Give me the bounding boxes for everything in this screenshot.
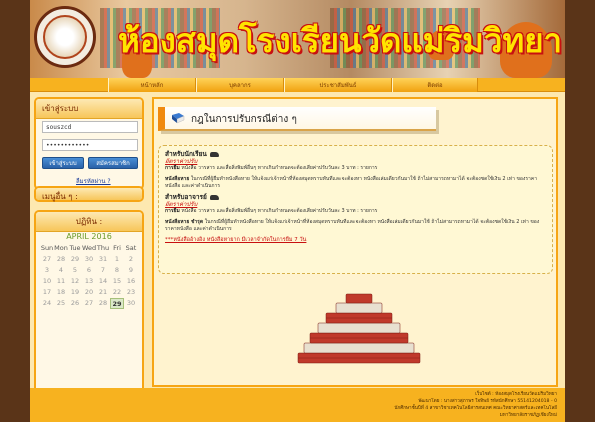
- footer-university: มหาวิทยาลัยราชภัฏเชียงใหม่: [499, 413, 557, 418]
- calendar-grid: Sun Mon Tue Wed Thu Fri Sat 27 28 29 30 31 1 2 3 4 5 6 7 8 9…: [40, 243, 138, 309]
- reference-books-note-link[interactable]: ***หนังสืออ้างอิง หนังสือหายาก มีเวลาจำก…: [165, 236, 546, 244]
- calendar-day[interactable]: 15: [110, 276, 124, 287]
- calendar-day[interactable]: 20: [82, 287, 96, 298]
- main-nav: หน้าหลัก บุคลากร ประชาสัมพันธ์ ติดต่อ: [30, 78, 565, 92]
- calendar-day[interactable]: 22: [110, 287, 124, 298]
- calendar-weekday: Wed: [82, 244, 97, 252]
- calendar-day[interactable]: 27: [82, 298, 96, 309]
- calendar-day[interactable]: 2: [124, 254, 138, 265]
- calendar-day[interactable]: 4: [54, 265, 68, 276]
- calendar-day[interactable]: 5: [68, 265, 82, 276]
- nav-home[interactable]: หน้าหลัก: [108, 78, 196, 92]
- calendar-title: ปฏิทิน :: [36, 212, 142, 232]
- nav-contact[interactable]: ติดต่อ: [392, 78, 478, 92]
- sidebar: เข้าสู่ระบบ souszcd •••••••••••• เข้าสู่…: [34, 97, 144, 406]
- calendar-day[interactable]: 31: [96, 254, 110, 265]
- main-content: กฎในการปรับกรณีต่าง ๆ สำหรับนักเรียน อัต…: [152, 97, 558, 387]
- calendar-day[interactable]: 19: [68, 287, 82, 298]
- calendar-weekday: Sun: [40, 244, 54, 252]
- calendar-day[interactable]: 18: [54, 287, 68, 298]
- calendar-day[interactable]: 27: [40, 254, 54, 265]
- calendar-day[interactable]: 26: [68, 298, 82, 309]
- footer-student-info: นักศึกษาชั้นปีที่ 4 สาขาวิชาเทคโนโลยีสาร…: [394, 406, 557, 411]
- pointing-hand-icon: [209, 194, 219, 200]
- calendar-day[interactable]: 28: [54, 254, 68, 265]
- login-title: เข้าสู่ระบบ: [36, 99, 142, 119]
- calendar-month: APRIL 2016: [66, 232, 112, 241]
- teachers-rule-borrow: การยืม หนังสือ วารสาร และสื่อสิ่งพิมพ์อื…: [165, 208, 378, 214]
- rules-panel: สำหรับนักเรียน อัตราค่าปรับ การยืม หนังส…: [158, 145, 553, 274]
- calendar-day[interactable]: 9: [124, 265, 138, 276]
- nav-news[interactable]: ประชาสัมพันธ์: [284, 78, 392, 92]
- calendar-weekday: Fri: [113, 244, 121, 252]
- calendar-weekday: Thu: [96, 244, 110, 252]
- calendar-day[interactable]: 10: [40, 276, 54, 287]
- nav-staff[interactable]: บุคลากร: [196, 78, 284, 92]
- students-fine-subheading: อัตราค่าปรับ: [165, 158, 198, 165]
- calendar-day[interactable]: 3: [40, 265, 54, 276]
- page: ห้องสมุดโรงเรียนวัดแม่ริมวิทยา หน้าหลัก …: [30, 0, 565, 422]
- calendar-day[interactable]: 6: [82, 265, 96, 276]
- calendar-day[interactable]: 24: [40, 298, 54, 309]
- calendar-day[interactable]: 21: [96, 287, 110, 298]
- students-heading: สำหรับนักเรียน: [165, 150, 546, 158]
- calendar-day[interactable]: 16: [124, 276, 138, 287]
- students-rule-borrow: การยืม หนังสือ วารสาร และสื่อสิ่งพิมพ์อื…: [165, 165, 378, 171]
- site-title: ห้องสมุดโรงเรียนวัดแม่ริมวิทยา: [118, 21, 563, 60]
- school-logo: [34, 6, 96, 68]
- login-button[interactable]: เข้าสู่ระบบ: [42, 157, 84, 169]
- footer-developer: พัฒนาโดย : นางสาวสุภาพร ใจทิพย์ รหัสนักศ…: [418, 399, 557, 404]
- pointing-hand-icon: [209, 151, 219, 157]
- content-title: กฎในการปรับกรณีต่าง ๆ: [191, 114, 297, 125]
- login-box: เข้าสู่ระบบ souszcd •••••••••••• เข้าสู่…: [34, 97, 144, 190]
- calendar-day[interactable]: 17: [40, 287, 54, 298]
- calendar-day[interactable]: 1: [110, 254, 124, 265]
- calendar-weekday: Sat: [125, 244, 137, 252]
- calendar-day[interactable]: 14: [96, 276, 110, 287]
- username-field[interactable]: souszcd: [42, 121, 138, 133]
- teachers-rule-lost: หนังสือหาย ชำรุด ในกรณีที่ผู้ยืมทำหนังสื…: [165, 219, 540, 232]
- footer-site: เว็บไซต์ : ห้องสมุดโรงเรียนวัดแม่ริมวิทย…: [475, 392, 557, 397]
- book-stack-image: [297, 293, 421, 364]
- calendar-day[interactable]: 28: [96, 298, 110, 309]
- footer: เว็บไซต์ : ห้องสมุดโรงเรียนวัดแม่ริมวิทย…: [30, 388, 565, 422]
- students-rule-lost: หนังสือหาย ในกรณีที่ผู้ยืมทำหนังสือหาย ใ…: [165, 176, 538, 189]
- calendar-day[interactable]: 13: [82, 276, 96, 287]
- calendar-day[interactable]: 25: [54, 298, 68, 309]
- calendar-day[interactable]: 23: [124, 287, 138, 298]
- other-menu-title: เมนูอื่น ๆ :: [36, 188, 142, 201]
- calendar-day[interactable]: 7: [96, 265, 110, 276]
- calendar-box: ปฏิทิน : APRIL 2016 Sun Mon Tue Wed Thu Fri Sa…: [34, 210, 144, 406]
- password-field[interactable]: ••••••••••••: [42, 139, 138, 151]
- calendar: APRIL 2016 Sun Mon Tue Wed Thu Fri Sat 27 28 29 30…: [40, 232, 138, 309]
- calendar-day[interactable]: 12: [68, 276, 82, 287]
- teachers-fine-subheading: อัตราค่าปรับ: [165, 201, 198, 208]
- calendar-day[interactable]: 30: [82, 254, 96, 265]
- teachers-heading: สำหรับอาจารย์: [165, 193, 546, 201]
- calendar-weekday: Tue: [69, 244, 81, 252]
- register-button[interactable]: สมัครสมาชิก: [88, 157, 138, 169]
- calendar-weekday: Mon: [54, 244, 68, 252]
- calendar-day[interactable]: 29: [110, 298, 124, 309]
- book-icon: [172, 113, 185, 124]
- forgot-password-link[interactable]: ลืมรหัสผ่าน ?: [76, 176, 111, 186]
- header-banner: ห้องสมุดโรงเรียนวัดแม่ริมวิทยา: [30, 0, 565, 78]
- calendar-day[interactable]: 8: [110, 265, 124, 276]
- calendar-day[interactable]: 30: [124, 298, 138, 309]
- content-header: กฎในการปรับกรณีต่าง ๆ: [158, 107, 436, 131]
- calendar-day[interactable]: 11: [54, 276, 68, 287]
- calendar-day[interactable]: 29: [68, 254, 82, 265]
- other-menu-box[interactable]: เมนูอื่น ๆ :: [34, 186, 144, 202]
